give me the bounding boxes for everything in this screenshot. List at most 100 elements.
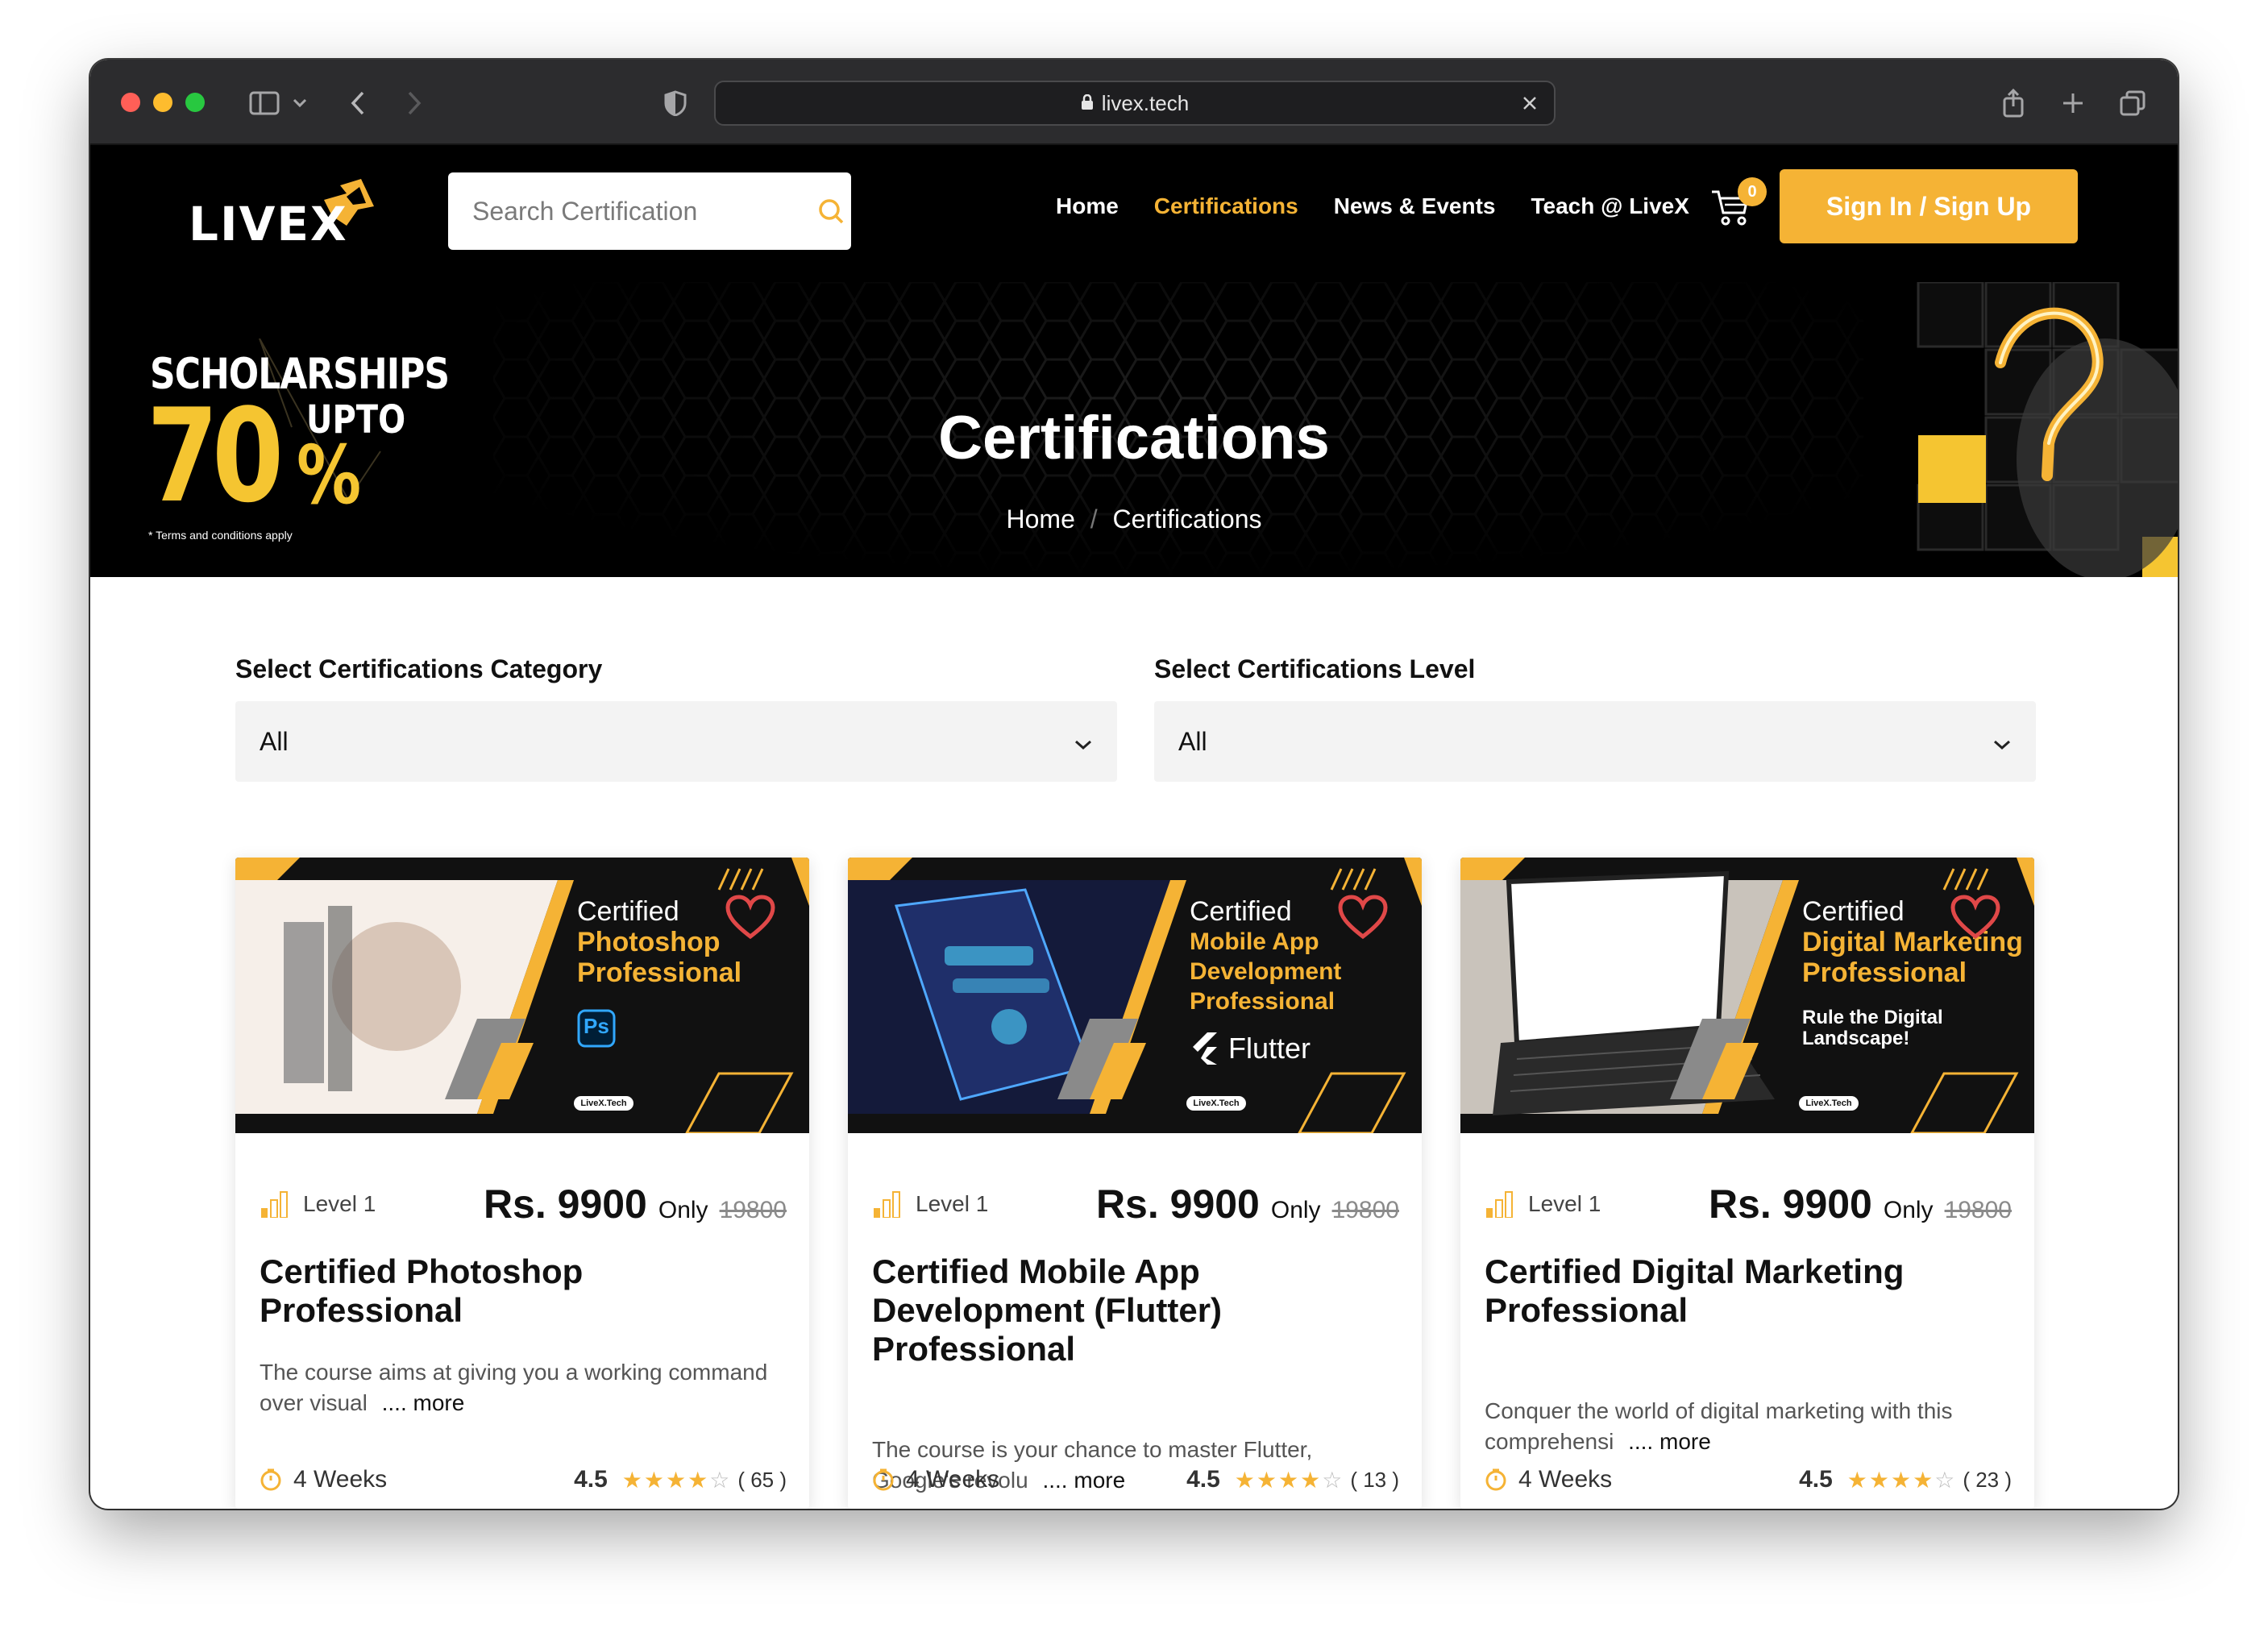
card-level-price-row: Level 1 Rs. 9900 Only 19800	[1485, 1180, 2012, 1228]
level-select[interactable]: All	[1154, 701, 2036, 782]
nav-news-events[interactable]: News & Events	[1334, 193, 1496, 219]
logo-text: LIVEX	[189, 197, 348, 251]
card-rating: 4.5	[1799, 1466, 1833, 1493]
close-window-button[interactable]	[121, 93, 140, 112]
sidebar-toggle-icon[interactable]	[248, 87, 280, 119]
card-duration: 4 Weeks	[293, 1466, 388, 1493]
card-footer: 4 Weeks 4.5 ★★★★☆ ( 65 )	[260, 1462, 787, 1497]
card-duration: 4 Weeks	[906, 1466, 1000, 1493]
card-duration: 4 Weeks	[1518, 1466, 1613, 1493]
favorite-heart-icon[interactable]	[725, 895, 775, 940]
level-bars-icon	[261, 1191, 288, 1218]
breadcrumb-current: Certifications	[1112, 505, 1262, 534]
photoshop-logo-icon: Ps	[577, 1009, 616, 1048]
card-banner-image[interactable]: Certified Mobile App Development Profess…	[848, 858, 1422, 1133]
nav-home[interactable]: Home	[1056, 193, 1119, 219]
hero-question-art	[1904, 282, 2178, 577]
level-bars-icon	[1486, 1191, 1513, 1218]
card-level-price-row: Level 1 Rs. 9900 Only 19800	[260, 1180, 787, 1228]
flutter-icon	[1193, 1032, 1217, 1065]
card-level-price-row: Level 1 Rs. 9900 Only 19800	[872, 1180, 1399, 1228]
search-box	[448, 172, 851, 250]
star-rating-icon: ★★★★☆	[1234, 1467, 1344, 1493]
cart-count-badge: 0	[1738, 177, 1767, 206]
banner-course-name: Mobile App Development Professional	[1190, 928, 1342, 1015]
card-description-text: The course aims at giving you a working …	[260, 1360, 768, 1415]
card-review-count: ( 23 )	[1963, 1467, 2012, 1492]
card-rating: 4.5	[1186, 1466, 1220, 1493]
more-link[interactable]: .... more	[1628, 1429, 1711, 1454]
card-price: Rs. 9900	[483, 1182, 647, 1227]
hero-banner: SCHOLARSHIPS 70 UPTO % * Terms and condi…	[90, 282, 2178, 577]
zoom-window-button[interactable]	[185, 93, 205, 112]
banner-certified-label: Certified	[577, 896, 679, 927]
minimize-window-button[interactable]	[153, 93, 172, 112]
address-bar[interactable]: livex.tech	[714, 81, 1556, 126]
breadcrumb-separator: /	[1090, 505, 1098, 534]
more-link[interactable]: .... more	[382, 1390, 465, 1415]
card-old-price: 19800	[719, 1197, 787, 1223]
level-bars-icon	[874, 1191, 900, 1218]
card-rating: 4.5	[574, 1466, 608, 1493]
privacy-shield-icon[interactable]	[659, 87, 692, 119]
favorite-heart-icon[interactable]	[1950, 895, 2000, 940]
card-description-text: Conquer the world of digital marketing w…	[1485, 1398, 1953, 1454]
site-header: LIVEX Home Certifications News & Events …	[90, 145, 2178, 282]
main-nav: Home Certifications News & Events Teach …	[1056, 193, 1689, 219]
favorite-heart-icon[interactable]	[1338, 895, 1388, 940]
livex-pill: LiveX.Tech	[1799, 1096, 1859, 1111]
certification-card[interactable]: Certified Mobile App Development Profess…	[848, 858, 1422, 1509]
card-review-count: ( 13 )	[1350, 1467, 1399, 1492]
card-title[interactable]: Certified Photoshop Professional	[260, 1252, 791, 1330]
card-footer: 4 Weeks 4.5 ★★★★☆ ( 23 )	[1485, 1462, 2012, 1497]
card-old-price: 19800	[1331, 1197, 1399, 1223]
search-input[interactable]	[448, 172, 811, 250]
forward-arrow-icon[interactable]	[398, 87, 430, 119]
search-icon[interactable]	[811, 172, 851, 250]
card-only-label: Only	[1270, 1197, 1321, 1223]
card-banner-image[interactable]: Certified Digital Marketing Professional…	[1460, 858, 2034, 1133]
card-banner-image[interactable]: Certified Photoshop Professional Ps Live…	[235, 858, 809, 1133]
chevron-down-icon	[1992, 727, 2012, 757]
banner-certified-label: Certified	[1802, 896, 1905, 927]
category-select[interactable]: All	[235, 701, 1117, 782]
new-tab-icon[interactable]	[2057, 87, 2089, 119]
cart-button[interactable]: 0	[1710, 177, 1767, 234]
card-price: Rs. 9900	[1708, 1182, 1872, 1227]
lock-icon	[1081, 91, 1094, 116]
back-arrow-icon[interactable]	[342, 87, 374, 119]
card-title[interactable]: Certified Mobile App Development (Flutte…	[872, 1252, 1404, 1368]
livex-logo[interactable]: LIVEX	[189, 177, 382, 251]
card-old-price: 19800	[1944, 1197, 2012, 1223]
certification-card[interactable]: Certified Photoshop Professional Ps Live…	[235, 858, 809, 1509]
breadcrumb-home[interactable]: Home	[1007, 505, 1075, 534]
nav-certifications[interactable]: Certifications	[1154, 193, 1298, 219]
share-icon[interactable]	[1997, 87, 2029, 119]
card-price: Rs. 9900	[1095, 1182, 1260, 1227]
banner-graphic	[235, 858, 809, 1133]
livex-pill: LiveX.Tech	[574, 1096, 633, 1111]
browser-window: livex.tech LIVEX Search Certification Ho…	[90, 60, 2178, 1509]
level-select-value: All	[1178, 726, 1207, 756]
chevron-down-icon[interactable]	[284, 87, 316, 119]
tab-overview-icon[interactable]	[2116, 87, 2149, 119]
browser-titlebar: livex.tech	[90, 60, 2178, 145]
certification-card[interactable]: Certified Digital Marketing Professional…	[1460, 858, 2034, 1509]
address-url: livex.tech	[1101, 90, 1190, 115]
chevron-down-icon	[1074, 727, 1093, 757]
card-description: The course aims at giving you a working …	[260, 1357, 775, 1418]
card-only-label: Only	[658, 1197, 708, 1223]
level-filter-label: Select Certifications Level	[1154, 654, 1476, 683]
nav-teach[interactable]: Teach @ LiveX	[1531, 193, 1689, 219]
card-review-count: ( 65 )	[737, 1467, 787, 1492]
card-title[interactable]: Certified Digital Marketing Professional	[1485, 1252, 2017, 1330]
card-level: Level 1	[1528, 1191, 1601, 1216]
sign-in-button[interactable]: Sign In / Sign Up	[1780, 169, 2078, 243]
card-level: Level 1	[303, 1191, 376, 1216]
star-rating-icon: ★★★★☆	[1846, 1467, 1957, 1493]
card-footer: 4 Weeks 4.5 ★★★★☆ ( 13 )	[872, 1462, 1399, 1497]
banner-certified-label: Certified	[1190, 896, 1292, 927]
clear-url-icon[interactable]	[1517, 90, 1543, 116]
banner-brand-text: Ps	[584, 1014, 609, 1038]
breadcrumb: Home / Certifications	[90, 505, 2178, 534]
